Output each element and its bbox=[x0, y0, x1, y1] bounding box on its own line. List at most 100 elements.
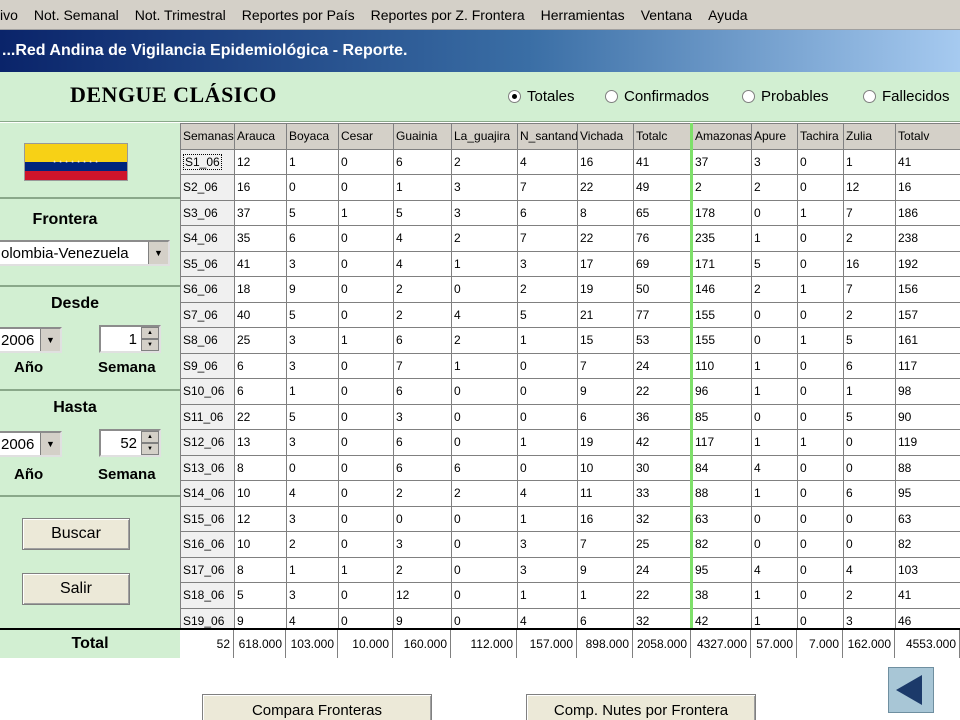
buscar-button[interactable]: Buscar bbox=[22, 518, 130, 550]
table-cell[interactable]: 32 bbox=[633, 505, 692, 532]
table-cell[interactable]: 22 bbox=[234, 403, 287, 430]
table-cell[interactable]: 15 bbox=[577, 327, 634, 354]
table-cell[interactable]: 12 bbox=[393, 582, 452, 609]
table-cell[interactable]: 0 bbox=[797, 556, 844, 583]
table-cell[interactable]: 3 bbox=[286, 582, 339, 609]
table-cell[interactable]: 6 bbox=[393, 454, 452, 481]
week-cell[interactable]: S10_06 bbox=[180, 378, 235, 405]
menu-item[interactable]: Ayuda bbox=[700, 7, 755, 23]
table-cell[interactable]: 6 bbox=[393, 327, 452, 354]
column-header[interactable]: Boyaca bbox=[286, 123, 339, 150]
table-cell[interactable]: 2 bbox=[393, 276, 452, 303]
column-header[interactable]: N_santand bbox=[517, 123, 578, 150]
table-cell[interactable]: 5 bbox=[843, 403, 896, 430]
week-cell[interactable]: S2_06 bbox=[180, 174, 235, 201]
table-cell[interactable]: 0 bbox=[338, 505, 394, 532]
table-cell[interactable]: 2 bbox=[451, 327, 518, 354]
table-cell[interactable]: 5 bbox=[843, 327, 896, 354]
week-cell[interactable]: S5_06 bbox=[180, 250, 235, 277]
table-cell[interactable]: 1 bbox=[286, 378, 339, 405]
table-row[interactable]: S3_06 37 5 1 5 3 6 8 65 178 0 1 7 186 bbox=[180, 199, 960, 226]
table-cell[interactable]: 0 bbox=[451, 276, 518, 303]
table-row[interactable]: S14_06 10 4 0 2 2 4 11 33 88 1 0 6 95 bbox=[180, 480, 960, 507]
table-cell[interactable]: 2 bbox=[690, 174, 752, 201]
table-cell[interactable]: 5 bbox=[286, 199, 339, 226]
table-cell[interactable]: 103 bbox=[895, 556, 960, 583]
table-cell[interactable]: 9 bbox=[577, 556, 634, 583]
table-cell[interactable]: 0 bbox=[286, 174, 339, 201]
table-cell[interactable]: 7 bbox=[517, 225, 578, 252]
table-cell[interactable]: 13 bbox=[234, 429, 287, 456]
table-cell[interactable]: 0 bbox=[451, 505, 518, 532]
table-cell[interactable]: 9 bbox=[393, 607, 452, 628]
table-cell[interactable]: 0 bbox=[338, 454, 394, 481]
table-cell[interactable]: 5 bbox=[286, 301, 339, 328]
table-cell[interactable]: 6 bbox=[577, 403, 634, 430]
table-row[interactable]: S11_06 22 5 0 3 0 0 6 36 85 0 0 5 90 bbox=[180, 403, 960, 430]
table-cell[interactable]: 0 bbox=[451, 403, 518, 430]
week-cell[interactable]: S18_06 bbox=[180, 582, 235, 609]
column-header[interactable]: Totalc bbox=[633, 123, 692, 150]
table-cell[interactable]: 24 bbox=[633, 556, 692, 583]
table-cell[interactable]: 155 bbox=[690, 327, 752, 354]
table-cell[interactable]: 0 bbox=[338, 352, 394, 379]
table-cell[interactable]: 1 bbox=[393, 174, 452, 201]
table-cell[interactable]: 156 bbox=[895, 276, 960, 303]
table-cell[interactable]: 16 bbox=[234, 174, 287, 201]
table-cell[interactable]: 41 bbox=[895, 148, 960, 175]
desde-year-select[interactable]: 2006 ▼ bbox=[0, 327, 62, 353]
table-cell[interactable]: 3 bbox=[751, 148, 798, 175]
table-cell[interactable]: 1 bbox=[338, 199, 394, 226]
table-cell[interactable]: 0 bbox=[517, 378, 578, 405]
table-cell[interactable]: 6 bbox=[393, 429, 452, 456]
menu-item[interactable]: ivo bbox=[0, 7, 26, 23]
table-cell[interactable]: 1 bbox=[797, 327, 844, 354]
table-cell[interactable]: 5 bbox=[517, 301, 578, 328]
week-cell[interactable]: S1_06 bbox=[180, 148, 235, 175]
table-cell[interactable]: 88 bbox=[895, 454, 960, 481]
table-cell[interactable]: 16 bbox=[895, 174, 960, 201]
week-cell[interactable]: S4_06 bbox=[180, 225, 235, 252]
table-cell[interactable]: 0 bbox=[338, 276, 394, 303]
table-cell[interactable]: 0 bbox=[393, 505, 452, 532]
table-cell[interactable]: 7 bbox=[843, 199, 896, 226]
radio-fallecidos[interactable]: Fallecidos bbox=[863, 88, 950, 105]
table-cell[interactable]: 22 bbox=[633, 582, 692, 609]
table-cell[interactable]: 65 bbox=[633, 199, 692, 226]
table-row[interactable]: S16_06 10 2 0 3 0 3 7 25 82 0 0 0 82 bbox=[180, 531, 960, 558]
table-cell[interactable]: 2 bbox=[517, 276, 578, 303]
table-cell[interactable]: 41 bbox=[234, 250, 287, 277]
week-cell[interactable]: S12_06 bbox=[180, 429, 235, 456]
table-cell[interactable]: 2 bbox=[751, 174, 798, 201]
table-cell[interactable]: 3 bbox=[286, 250, 339, 277]
menu-item[interactable]: Reportes por País bbox=[234, 7, 363, 23]
radio-confirmados[interactable]: Confirmados bbox=[605, 88, 709, 105]
week-cell[interactable]: S15_06 bbox=[180, 505, 235, 532]
table-cell[interactable]: 1 bbox=[751, 378, 798, 405]
table-cell[interactable]: 0 bbox=[797, 454, 844, 481]
week-cell[interactable]: S7_06 bbox=[180, 301, 235, 328]
table-cell[interactable]: 0 bbox=[338, 250, 394, 277]
table-cell[interactable]: 161 bbox=[895, 327, 960, 354]
table-cell[interactable]: 3 bbox=[451, 199, 518, 226]
table-cell[interactable]: 3 bbox=[843, 607, 896, 628]
table-cell[interactable]: 4 bbox=[393, 225, 452, 252]
table-cell[interactable]: 0 bbox=[338, 531, 394, 558]
table-cell[interactable]: 10 bbox=[577, 454, 634, 481]
table-cell[interactable]: 0 bbox=[797, 148, 844, 175]
table-cell[interactable]: 3 bbox=[286, 505, 339, 532]
table-cell[interactable]: 63 bbox=[895, 505, 960, 532]
table-cell[interactable]: 117 bbox=[895, 352, 960, 379]
table-cell[interactable]: 1 bbox=[751, 429, 798, 456]
table-cell[interactable]: 0 bbox=[797, 582, 844, 609]
table-cell[interactable]: 3 bbox=[286, 429, 339, 456]
table-cell[interactable]: 6 bbox=[234, 352, 287, 379]
data-grid[interactable]: Semanas Arauca Boyaca Cesar Guainia La_guajir… bbox=[180, 123, 960, 628]
table-cell[interactable]: 235 bbox=[690, 225, 752, 252]
column-header[interactable]: Amazonas bbox=[690, 123, 752, 150]
table-cell[interactable]: 0 bbox=[451, 378, 518, 405]
column-header[interactable]: La_guajira bbox=[451, 123, 518, 150]
stepper-up-icon[interactable]: ▲ bbox=[141, 431, 159, 443]
table-cell[interactable]: 171 bbox=[690, 250, 752, 277]
table-cell[interactable]: 1 bbox=[843, 378, 896, 405]
